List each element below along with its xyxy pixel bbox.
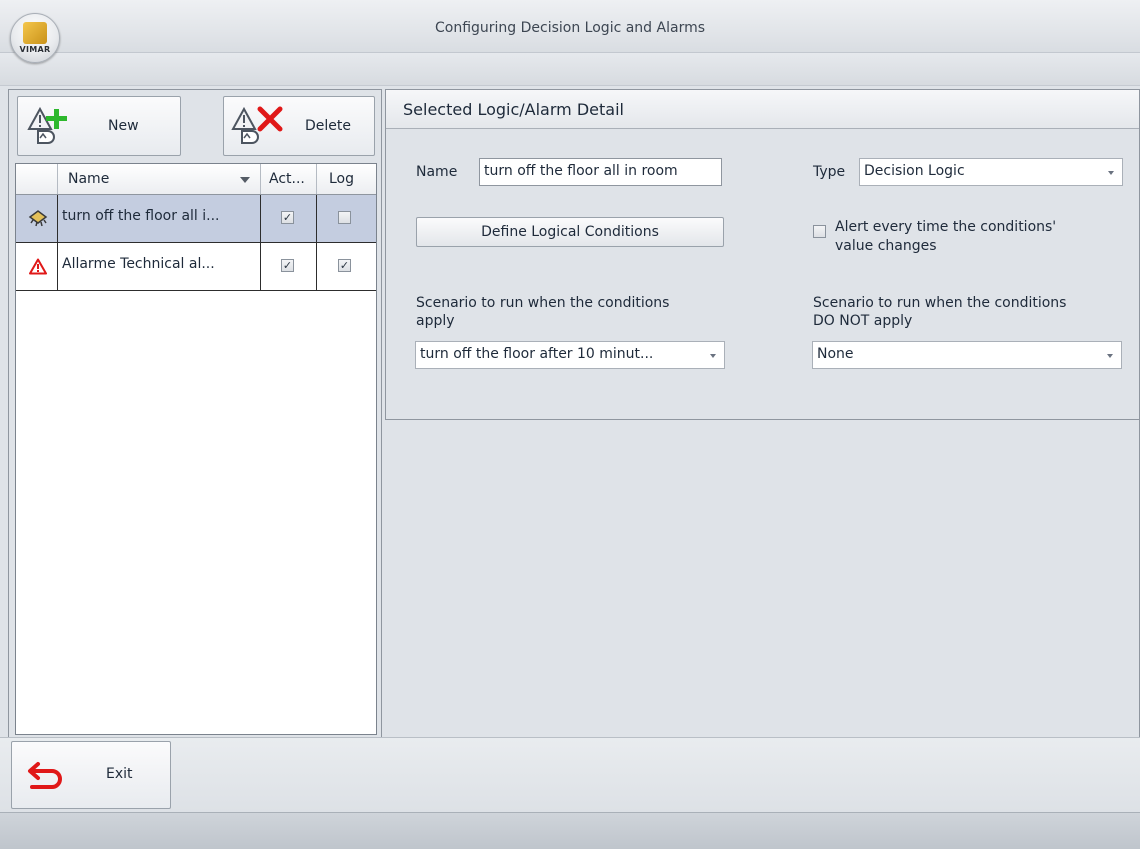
delete-button[interactable]: Delete bbox=[223, 96, 375, 156]
status-bar bbox=[0, 812, 1140, 849]
define-conditions-button[interactable]: Define Logical Conditions bbox=[416, 217, 724, 247]
ribbon-strip bbox=[0, 53, 1140, 86]
chevron-down-icon bbox=[1107, 354, 1113, 358]
name-column-label: Name bbox=[68, 171, 110, 187]
row-name-cell[interactable]: turn off the floor all i... bbox=[58, 195, 261, 242]
name-column-header[interactable]: Name bbox=[58, 164, 261, 194]
new-button-label: New bbox=[108, 118, 139, 134]
exit-button-label: Exit bbox=[106, 766, 133, 782]
scenario-not-apply-label: Scenario to run when the conditions DO N… bbox=[813, 294, 1066, 330]
row-indicator-cell bbox=[16, 195, 58, 242]
detail-title: Selected Logic/Alarm Detail bbox=[403, 100, 624, 119]
row-log-cell[interactable] bbox=[317, 195, 376, 242]
active-column-label: Act... bbox=[269, 171, 305, 187]
log-checkbox[interactable]: ✓ bbox=[338, 259, 351, 272]
grid-header: Name Act... Log bbox=[16, 164, 376, 195]
row-name: Allarme Technical al... bbox=[62, 256, 215, 272]
scenario-not-apply-select[interactable]: None bbox=[812, 341, 1122, 369]
row-indicator-cell bbox=[16, 243, 58, 290]
alert-checkbox[interactable] bbox=[813, 225, 826, 238]
bottom-toolbar: Exit bbox=[0, 737, 1140, 812]
active-column-header[interactable]: Act... bbox=[261, 164, 317, 194]
scenario-apply-label-line1: Scenario to run when the conditions bbox=[416, 295, 670, 311]
active-checkbox[interactable]: ✓ bbox=[281, 211, 294, 224]
alert-checkbox-label: Alert every time the conditions' value c… bbox=[835, 218, 1135, 256]
scenario-not-apply-label-line2: DO NOT apply bbox=[813, 313, 913, 329]
scenario-apply-value: turn off the floor after 10 minut... bbox=[420, 346, 654, 362]
row-name-cell[interactable]: Allarme Technical al... bbox=[58, 243, 261, 290]
title-bar: Configuring Decision Logic and Alarms bbox=[0, 0, 1140, 53]
table-row[interactable]: turn off the floor all i... ✓ bbox=[16, 195, 376, 243]
type-select-value: Decision Logic bbox=[864, 163, 965, 179]
name-label: Name bbox=[416, 164, 458, 180]
logo-text: VIMAR bbox=[19, 45, 51, 54]
row-active-cell[interactable]: ✓ bbox=[261, 243, 317, 290]
chevron-down-icon bbox=[1108, 171, 1114, 175]
chevron-down-icon bbox=[710, 354, 716, 358]
new-logic-icon bbox=[27, 106, 67, 144]
detail-group: Selected Logic/Alarm Detail Name turn of… bbox=[385, 90, 1140, 420]
detail-pane: Selected Logic/Alarm Detail Name turn of… bbox=[385, 89, 1140, 739]
exit-button[interactable]: Exit bbox=[11, 741, 171, 809]
scenario-not-apply-label-line1: Scenario to run when the conditions bbox=[813, 295, 1067, 311]
exit-arrow-icon bbox=[28, 762, 62, 789]
logic-chip-icon bbox=[28, 210, 48, 227]
log-column-label: Log bbox=[329, 171, 355, 187]
type-select[interactable]: Decision Logic bbox=[859, 158, 1123, 186]
indicator-column-header bbox=[16, 164, 58, 194]
new-button[interactable]: New bbox=[17, 96, 181, 156]
active-checkbox[interactable]: ✓ bbox=[281, 259, 294, 272]
app-logo-button[interactable]: VIMAR bbox=[10, 13, 60, 63]
table-row[interactable]: Allarme Technical al... ✓ ✓ bbox=[16, 243, 376, 291]
scenario-apply-label-line2: apply bbox=[416, 313, 455, 329]
row-log-cell[interactable]: ✓ bbox=[317, 243, 376, 290]
window-title: Configuring Decision Logic and Alarms bbox=[434, 20, 706, 36]
log-column-header[interactable]: Log bbox=[317, 164, 376, 194]
logic-list-pane: New Delete Name Act... Log turn off the … bbox=[8, 89, 382, 739]
scenario-apply-label: Scenario to run when the conditions appl… bbox=[416, 294, 669, 330]
delete-button-label: Delete bbox=[305, 118, 351, 134]
alert-label-line2: value changes bbox=[835, 238, 937, 254]
scenario-apply-select[interactable]: turn off the floor after 10 minut... bbox=[415, 341, 725, 369]
filter-dropdown-icon[interactable] bbox=[240, 177, 250, 183]
name-field[interactable]: turn off the floor all in room bbox=[479, 158, 722, 186]
scenario-not-apply-value: None bbox=[817, 346, 854, 362]
row-active-cell[interactable]: ✓ bbox=[261, 195, 317, 242]
vimar-logo-icon bbox=[23, 22, 47, 44]
row-name: turn off the floor all i... bbox=[62, 208, 220, 224]
type-label: Type bbox=[813, 164, 846, 180]
detail-header: Selected Logic/Alarm Detail bbox=[386, 90, 1139, 129]
delete-logic-icon bbox=[231, 106, 283, 144]
logic-grid: Name Act... Log turn off the floor all i… bbox=[15, 163, 377, 735]
alarm-warning-icon bbox=[29, 258, 47, 275]
log-checkbox[interactable] bbox=[338, 211, 351, 224]
alert-label-line1: Alert every time the conditions' bbox=[835, 219, 1057, 235]
